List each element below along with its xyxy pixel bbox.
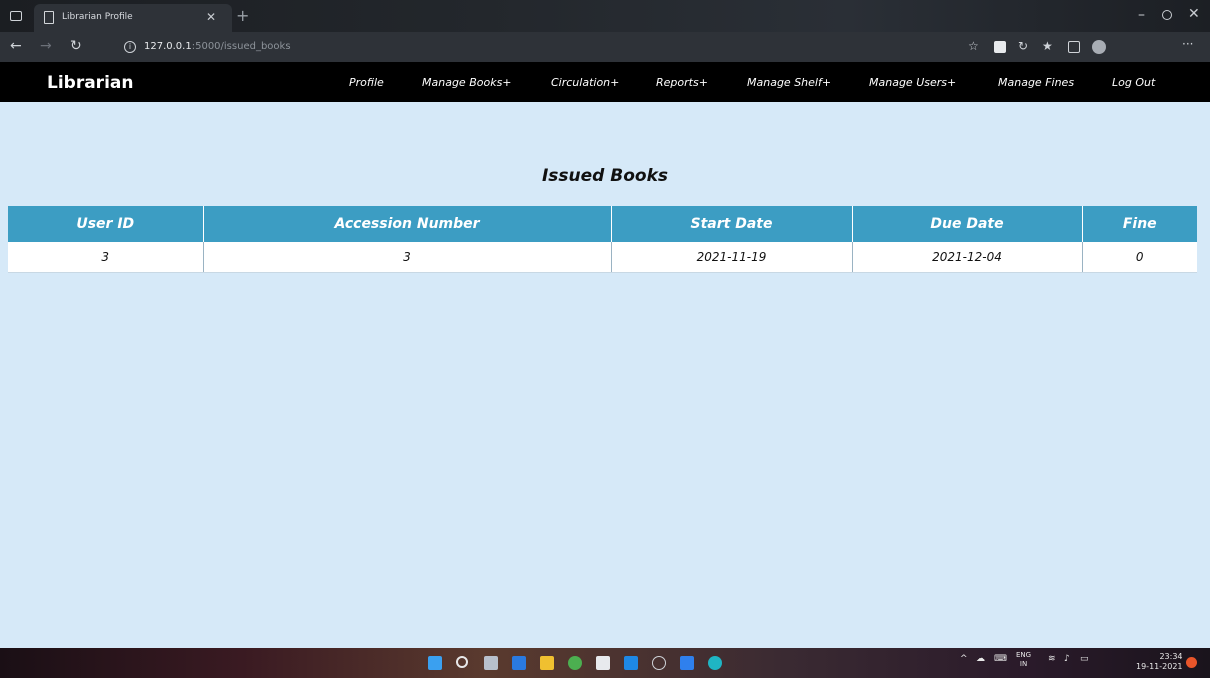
- close-window-icon[interactable]: ✕: [1188, 6, 1200, 22]
- page-title: Issued Books: [541, 166, 669, 186]
- nav-item-reports[interactable]: Reports+: [656, 76, 708, 89]
- maximize-icon[interactable]: [1162, 10, 1172, 20]
- widgets-icon[interactable]: [512, 656, 526, 670]
- back-icon[interactable]: ←: [10, 38, 22, 54]
- profile-avatar[interactable]: [1092, 40, 1106, 54]
- cell-user-id: 3: [8, 242, 204, 273]
- mail-icon[interactable]: [624, 656, 638, 670]
- search-icon[interactable]: [456, 656, 468, 668]
- os-taskbar: ^ ☁ ⌨ ENG IN ≋ ♪ ▭ 23:34 19-11-2021: [0, 648, 1210, 678]
- page-icon: [44, 11, 54, 24]
- battery-icon[interactable]: ▭: [1080, 654, 1089, 664]
- column-header-fine: Fine: [1082, 206, 1197, 242]
- edge-icon[interactable]: [708, 656, 722, 670]
- task-view-icon[interactable]: [484, 656, 498, 670]
- close-tab-icon[interactable]: ✕: [206, 10, 216, 24]
- cell-accession-number: 3: [203, 242, 612, 273]
- nav-item-logout[interactable]: Log Out: [1112, 76, 1155, 89]
- forward-icon[interactable]: →: [40, 38, 52, 54]
- wifi-icon[interactable]: ≋: [1048, 654, 1056, 664]
- notepad-icon[interactable]: [596, 656, 610, 670]
- info-icon[interactable]: i: [124, 41, 136, 53]
- app-navbar: Librarian Profile Manage Books+ Circulat…: [0, 62, 1210, 102]
- nav-item-manage-fines[interactable]: Manage Fines: [998, 76, 1074, 89]
- table-header-row: User ID Accession Number Start Date Due …: [8, 206, 1197, 242]
- browser-tab[interactable]: Librarian Profile ✕: [34, 4, 232, 32]
- extension-refresh-icon[interactable]: ↻: [1018, 39, 1030, 53]
- url-field[interactable]: 127.0.0.1:5000/issued_books: [144, 41, 291, 52]
- vscode-icon[interactable]: [680, 656, 694, 670]
- column-header-accession-number: Accession Number: [203, 206, 612, 242]
- dell-icon[interactable]: [652, 656, 666, 670]
- address-bar: ← → ↻ i 127.0.0.1:5000/issued_books ☆ ↻ …: [0, 32, 1210, 62]
- volume-icon[interactable]: ♪: [1064, 654, 1070, 664]
- nav-item-manage-users[interactable]: Manage Users+: [869, 76, 956, 89]
- table-row: 3 3 2021-11-19 2021-12-04 0: [8, 242, 1197, 273]
- favorites-icon[interactable]: ★: [1042, 39, 1054, 53]
- notification-icon[interactable]: [1186, 657, 1197, 668]
- nav-item-manage-books[interactable]: Manage Books+: [422, 76, 512, 89]
- tray-chevron-icon[interactable]: ^: [960, 654, 968, 664]
- nav-item-profile[interactable]: Profile: [349, 76, 384, 89]
- minimize-icon[interactable]: –: [1138, 7, 1145, 23]
- onedrive-icon[interactable]: ☁: [976, 654, 985, 664]
- nav-item-manage-shelf[interactable]: Manage Shelf+: [747, 76, 831, 89]
- extension-icon[interactable]: [994, 41, 1006, 53]
- keyboard-icon[interactable]: ⌨: [994, 654, 1007, 664]
- add-favorite-icon[interactable]: ☆: [968, 39, 980, 53]
- column-header-user-id: User ID: [8, 206, 204, 242]
- browser-tab-bar: Librarian Profile ✕ + – ✕: [0, 0, 1210, 32]
- nav-item-circulation[interactable]: Circulation+: [551, 76, 619, 89]
- language-indicator[interactable]: ENG IN: [1016, 651, 1031, 669]
- file-explorer-icon[interactable]: [540, 656, 554, 670]
- new-tab-icon[interactable]: +: [236, 6, 249, 25]
- refresh-icon[interactable]: ↻: [70, 38, 82, 54]
- start-icon[interactable]: [428, 656, 442, 670]
- clock[interactable]: 23:34 19-11-2021: [1136, 652, 1183, 672]
- more-icon[interactable]: ···: [1182, 37, 1194, 51]
- collections-icon[interactable]: [1068, 41, 1080, 53]
- column-header-start-date: Start Date: [611, 206, 853, 242]
- column-header-due-date: Due Date: [852, 206, 1083, 242]
- issued-books-table: User ID Accession Number Start Date Due …: [8, 206, 1197, 273]
- tab-actions-icon[interactable]: [10, 11, 22, 21]
- cell-due-date: 2021-12-04: [852, 242, 1083, 273]
- cell-start-date: 2021-11-19: [611, 242, 853, 273]
- chrome-icon[interactable]: [568, 656, 582, 670]
- tab-title: Librarian Profile: [62, 12, 133, 22]
- cell-fine: 0: [1082, 242, 1197, 273]
- brand-title[interactable]: Librarian: [47, 73, 133, 93]
